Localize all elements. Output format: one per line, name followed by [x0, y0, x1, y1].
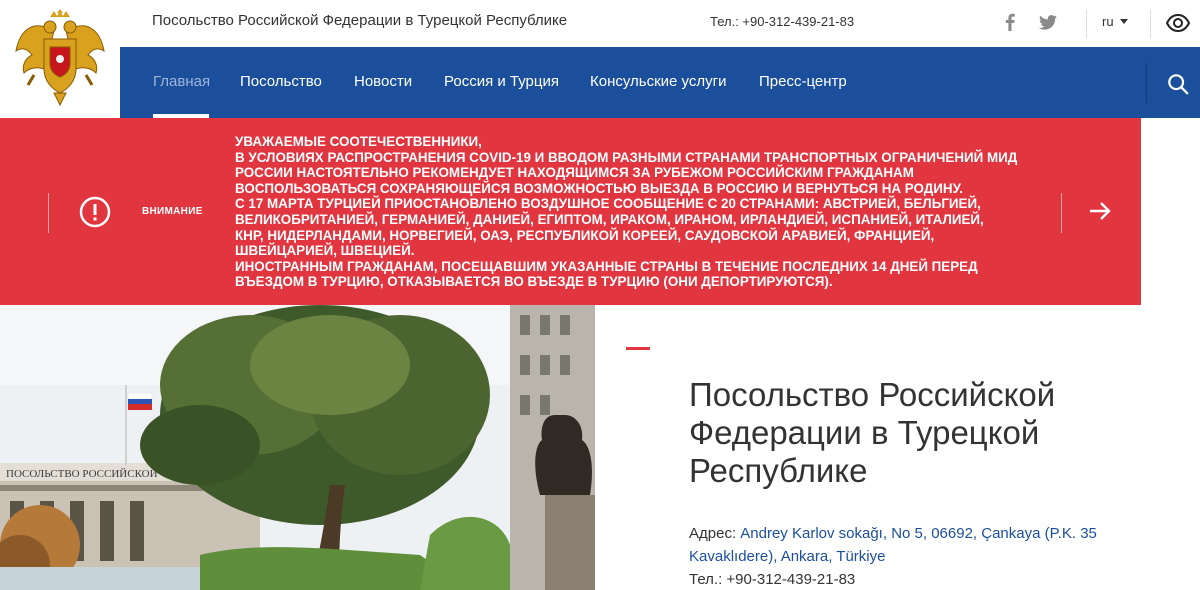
nav-item-press[interactable]: Пресс-центр	[759, 73, 847, 90]
twitter-icon[interactable]	[1038, 12, 1058, 32]
alert-line: Великобританией, Германией, Данией, Егип…	[235, 212, 1050, 228]
embassy-building-image: ПОСОЛЬСТВО РОССИЙСКОЙ ФЕДЕРАЦИИ	[0, 305, 595, 590]
alert-line: Швейцарией, Швецией.	[235, 243, 1050, 259]
facebook-icon[interactable]	[1000, 12, 1020, 32]
address-link[interactable]: Andrey Karlov sokağı, No 5, 06692, Çanka…	[689, 525, 1097, 565]
exclamation-icon	[79, 196, 111, 228]
embassy-photo: ПОСОЛЬСТВО РОССИЙСКОЙ ФЕДЕРАЦИИ	[0, 305, 595, 590]
embassy-phone: Тел.: +90-312-439-21-83	[689, 571, 855, 588]
alert-line: Иностранным гражданам, посещавшим указан…	[235, 259, 1050, 275]
divider	[1150, 10, 1151, 38]
coat-of-arms-logo[interactable]	[0, 0, 120, 118]
alert-line: Уважаемые соотечественники,	[235, 134, 1050, 150]
top-bar: Посольство Российской Федерации в Турецк…	[120, 0, 1200, 47]
site-title[interactable]: Посольство Российской Федерации в Турецк…	[152, 12, 567, 29]
alert-line: КНР, Нидерландами, Норвегией, ОАЭ, Респу…	[235, 228, 1050, 244]
alert-line: воспользоваться сохраняющейся возможност…	[235, 181, 1050, 197]
main-nav: Главная Посольство Новости Россия и Турц…	[120, 47, 1200, 118]
divider	[1061, 193, 1062, 233]
coat-of-arms-icon	[14, 9, 106, 109]
nav-item-consular[interactable]: Консульские услуги	[590, 73, 727, 90]
language-selector[interactable]: ru	[1102, 14, 1128, 29]
divider	[1146, 63, 1147, 103]
divider	[1086, 10, 1087, 38]
divider	[48, 193, 49, 233]
nav-item-russia-turkey[interactable]: Россия и Турция	[444, 73, 559, 90]
alert-line: в условиях распространения COVID-19 и вв…	[235, 150, 1050, 166]
search-icon[interactable]	[1167, 73, 1189, 95]
arrow-right-icon[interactable]	[1088, 200, 1112, 222]
eye-icon[interactable]	[1166, 11, 1190, 35]
alert-line: С 17 марта Турцией приостановлено воздуш…	[235, 196, 1050, 212]
accent-dash	[626, 347, 650, 350]
language-label: ru	[1102, 14, 1114, 29]
header-phone: Тел.: +90-312-439-21-83	[710, 14, 854, 29]
nav-item-news[interactable]: Новости	[354, 73, 412, 90]
covid-alert-banner[interactable]: ВНИМАНИЕ Уважаемые соотечественники, в у…	[0, 118, 1141, 305]
alert-text: Уважаемые соотечественники, в условиях р…	[235, 134, 1050, 290]
alert-line: въездом в Турцию, отказывается во въезде…	[235, 274, 1050, 290]
chevron-down-icon	[1120, 19, 1128, 24]
address-block: Адрес: Andrey Karlov sokağı, No 5, 06692…	[689, 522, 1109, 568]
nav-item-embassy[interactable]: Посольство	[240, 73, 322, 90]
alert-line: России настоятельно рекомендует находящи…	[235, 165, 1050, 181]
embassy-heading: Посольство Российской Федерации в Турецк…	[689, 376, 1169, 490]
nav-item-home[interactable]: Главная	[153, 73, 210, 90]
alert-label: ВНИМАНИЕ	[142, 206, 203, 217]
address-label: Адрес:	[689, 525, 736, 542]
